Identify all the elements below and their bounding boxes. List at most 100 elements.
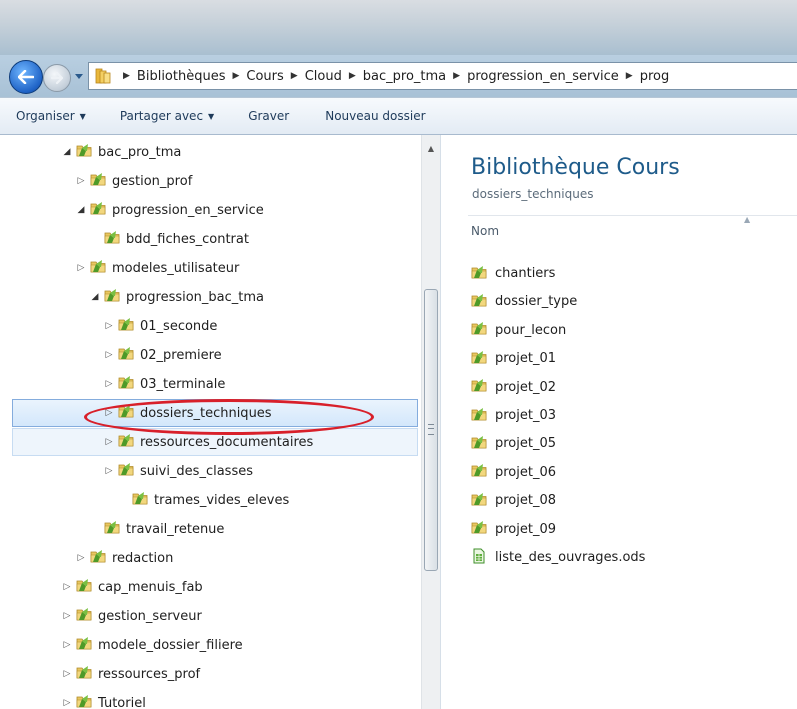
breadcrumb-cours[interactable]: Cours <box>246 69 283 84</box>
content-pane: Bibliothèque Cours dossiers_techniques N… <box>441 135 797 709</box>
scroll-up-arrow-icon[interactable]: ▲ <box>422 141 440 155</box>
tree-item-gestion-serveur[interactable]: ▷ gestion_serveur <box>0 602 420 630</box>
collapsed-arrow-icon[interactable]: ▷ <box>103 466 115 476</box>
breadcrumb-bibliotheques[interactable]: Bibliothèques <box>137 69 226 84</box>
library-subtitle: dossiers_techniques <box>472 187 594 201</box>
tree-item-label: gestion_prof <box>112 173 193 189</box>
back-button[interactable] <box>9 60 43 94</box>
breadcrumb-separator[interactable]: ▶ <box>291 71 298 81</box>
folder-item-projet-09[interactable]: projet_09 <box>471 517 556 542</box>
organize-button[interactable]: Organiser ▼ <box>0 103 96 129</box>
collapsed-arrow-icon[interactable]: ▷ <box>103 379 115 389</box>
collapsed-arrow-icon[interactable]: ▷ <box>75 553 87 563</box>
tree-item-03-terminale[interactable]: ▷ 03_terminale <box>0 370 420 398</box>
breadcrumb-cloud[interactable]: Cloud <box>305 69 342 84</box>
tree-item-modele-dossier-filiere[interactable]: ▷ modele_dossier_filiere <box>0 631 420 659</box>
recent-pages-dropdown[interactable] <box>72 70 86 84</box>
chevron-down-icon: ▼ <box>208 111 215 121</box>
folder-item-projet-01[interactable]: projet_01 <box>471 346 556 371</box>
tree-item-label: ressources_documentaires <box>140 434 314 450</box>
expanded-arrow-icon[interactable]: ◢ <box>89 292 101 302</box>
tree-item-trames-vides-eleves[interactable]: trames_vides_eleves <box>0 486 420 514</box>
folder-item-projet-05[interactable]: projet_05 <box>471 431 556 456</box>
new-folder-button[interactable]: Nouveau dossier <box>315 103 435 129</box>
window-title-bar <box>0 0 797 55</box>
folder-item-projet-08[interactable]: projet_08 <box>471 488 556 513</box>
folder-item-projet-02[interactable]: projet_02 <box>471 375 556 400</box>
tree-item-tutoriel[interactable]: ▷ Tutoriel <box>0 689 420 709</box>
breadcrumb-separator[interactable]: ▶ <box>453 71 460 81</box>
collapsed-arrow-icon[interactable]: ▷ <box>61 640 73 650</box>
collapsed-arrow-icon[interactable]: ▷ <box>75 263 87 273</box>
breadcrumb-progression-en-service[interactable]: progression_en_service <box>467 69 619 84</box>
new-folder-label: Nouveau dossier <box>325 109 426 123</box>
tree-item-02-premiere[interactable]: ▷ 02_premiere <box>0 341 420 369</box>
folder-item-pour-lecon[interactable]: pour_lecon <box>471 318 566 343</box>
collapsed-arrow-icon[interactable]: ▷ <box>61 698 73 708</box>
folder-icon <box>90 201 106 219</box>
tree-item-travail-retenue[interactable]: travail_retenue <box>0 515 420 543</box>
folder-icon <box>90 549 106 567</box>
breadcrumb-separator[interactable]: ▶ <box>626 71 633 81</box>
share-with-button[interactable]: Partager avec ▼ <box>110 103 224 129</box>
tree-item-01-seconde[interactable]: ▷ 01_seconde <box>0 312 420 340</box>
folder-icon <box>471 492 487 510</box>
share-with-label: Partager avec <box>119 109 204 123</box>
address-row: ▶ Bibliothèques ▶ Cours ▶ Cloud ▶ bac_pr… <box>0 55 797 97</box>
tree-item-suivi-des-classes[interactable]: ▷ suivi_des_classes <box>0 457 420 485</box>
tree-item-label: bac_pro_tma <box>98 144 182 160</box>
item-name-label: projet_09 <box>495 521 557 537</box>
tree-item-modeles-utilisateur[interactable]: ▷ modeles_utilisateur <box>0 254 420 282</box>
collapsed-arrow-icon[interactable]: ▷ <box>103 437 115 447</box>
breadcrumb-separator[interactable]: ▶ <box>232 71 239 81</box>
command-toolbar: Organiser ▼ Partager avec ▼ Graver Nouve… <box>0 97 797 135</box>
collapsed-arrow-icon[interactable]: ▷ <box>75 176 87 186</box>
tree-item-gestion-prof[interactable]: ▷ gestion_prof <box>0 167 420 195</box>
collapsed-arrow-icon[interactable]: ▷ <box>61 669 73 679</box>
folder-icon <box>471 321 487 339</box>
item-name-label: projet_01 <box>495 351 557 367</box>
breadcrumb-separator[interactable]: ▶ <box>349 71 356 81</box>
folder-item-projet-06[interactable]: projet_06 <box>471 460 556 485</box>
address-bar[interactable]: ▶ Bibliothèques ▶ Cours ▶ Cloud ▶ bac_pr… <box>88 62 797 90</box>
tree-item-label: modele_dossier_filiere <box>98 637 243 653</box>
expanded-arrow-icon[interactable]: ◢ <box>75 205 87 215</box>
collapsed-arrow-icon[interactable]: ▷ <box>103 350 115 360</box>
breadcrumb-bac-pro-tma[interactable]: bac_pro_tma <box>363 69 446 84</box>
column-header-name-label: Nom <box>471 224 500 238</box>
tree-item-label: modeles_utilisateur <box>112 260 240 276</box>
folder-item-chantiers[interactable]: chantiers <box>471 261 555 286</box>
file-item-liste-des-ouvrages-ods[interactable]: liste_des_ouvrages.ods <box>471 545 645 570</box>
tree-item-label: 02_premiere <box>140 347 222 363</box>
collapsed-arrow-icon[interactable]: ▷ <box>103 321 115 331</box>
burn-button[interactable]: Graver <box>238 103 299 129</box>
collapsed-arrow-icon[interactable]: ▷ <box>61 582 73 592</box>
red-highlight-ellipse <box>84 399 374 435</box>
breadcrumb-prog[interactable]: prog <box>640 69 670 84</box>
tree-item-cap-menuis-fab[interactable]: ▷ cap_menuis_fab <box>0 573 420 601</box>
expanded-arrow-icon[interactable]: ◢ <box>61 147 73 157</box>
folder-icon <box>471 265 487 283</box>
scrollbar-thumb[interactable] <box>424 289 438 571</box>
folder-item-projet-03[interactable]: projet_03 <box>471 403 556 428</box>
tree-item-label: cap_menuis_fab <box>98 579 203 595</box>
folder-icon <box>76 636 92 654</box>
tree-item-progression-en-service[interactable]: ◢ progression_en_service <box>0 196 420 224</box>
tree-item-bac-pro-tma[interactable]: ◢ bac_pro_tma <box>0 138 420 166</box>
folder-icon <box>118 317 134 335</box>
item-name-label: chantiers <box>495 266 556 281</box>
tree-item-ressources-prof[interactable]: ▷ ressources_prof <box>0 660 420 688</box>
breadcrumb-separator[interactable]: ▶ <box>123 71 130 81</box>
tree-item-label: 03_terminale <box>140 376 226 392</box>
tree-item-redaction[interactable]: ▷ redaction <box>0 544 420 572</box>
item-name-label: liste_des_ouvrages.ods <box>495 550 646 565</box>
forward-button[interactable] <box>43 64 71 92</box>
tree-item-bdd-fiches-contrat[interactable]: bdd_fiches_contrat <box>0 225 420 253</box>
folder-item-dossier-type[interactable]: dossier_type <box>471 289 577 314</box>
item-name-label: projet_03 <box>495 408 557 423</box>
tree-item-progression-bac-tma[interactable]: ◢ progression_bac_tma <box>0 283 420 311</box>
collapsed-arrow-icon[interactable]: ▷ <box>61 611 73 621</box>
tree-item-label: travail_retenue <box>126 521 225 537</box>
scrollbar-grip-icon <box>428 424 434 435</box>
navigation-scrollbar[interactable]: ▲ <box>421 135 440 709</box>
